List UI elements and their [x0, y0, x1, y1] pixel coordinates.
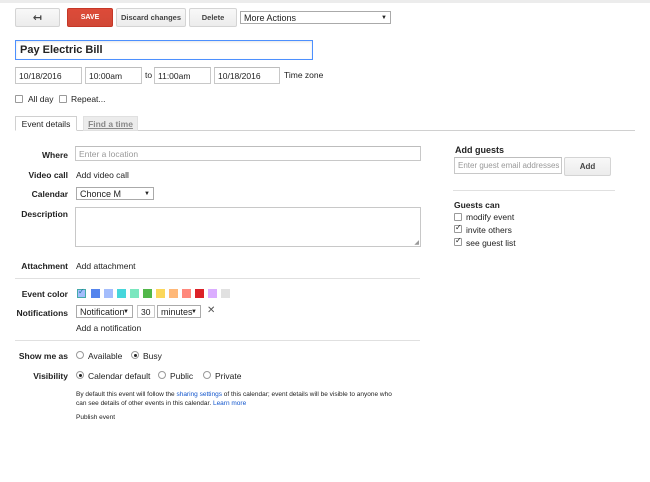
available-radio[interactable] — [76, 351, 84, 359]
color-swatch[interactable] — [117, 289, 126, 298]
notification-type-select[interactable]: Notification ▼ — [76, 305, 133, 318]
chevron-down-icon: ▼ — [123, 308, 129, 315]
add-attachment-link[interactable]: Add attachment — [76, 261, 136, 271]
more-actions-value: More Actions — [244, 12, 297, 23]
color-swatch[interactable] — [169, 289, 178, 298]
see-guest-list-checkbox[interactable] — [454, 236, 462, 246]
description-textarea[interactable]: ◢ — [75, 207, 421, 247]
calendar-value: Chonce M — [80, 188, 122, 199]
notifications-label: Notifications — [16, 308, 68, 318]
publish-event-link[interactable]: Publish event — [76, 414, 115, 421]
back-arrow-icon: ↤ — [32, 11, 43, 24]
chevron-down-icon: ▼ — [381, 14, 387, 21]
end-time-field[interactable]: 11:00am — [154, 67, 211, 84]
notification-unit-value: minutes — [161, 306, 193, 317]
color-swatch[interactable] — [208, 289, 217, 298]
repeat-checkbox[interactable] — [59, 95, 67, 103]
busy-label: Busy — [143, 351, 162, 361]
save-button[interactable]: SAVE — [67, 8, 113, 27]
attachment-label: Attachment — [21, 261, 68, 271]
all-day-label: All day — [28, 94, 54, 104]
color-swatch[interactable] — [156, 289, 165, 298]
invite-others-checkbox[interactable] — [454, 223, 462, 233]
close-icon[interactable]: ✕ — [207, 305, 215, 316]
where-label: Where — [42, 150, 68, 160]
visibility-label: Visibility — [33, 371, 68, 381]
back-button[interactable]: ↤ — [15, 8, 60, 27]
add-guest-button[interactable]: Add — [564, 157, 611, 176]
color-swatch[interactable] — [130, 289, 139, 298]
divider — [15, 340, 420, 341]
modify-event-checkbox[interactable] — [454, 213, 462, 221]
all-day-checkbox[interactable] — [15, 95, 23, 103]
checkmark-icon: ✓ — [78, 287, 85, 296]
color-swatch-selected[interactable]: ✓ — [77, 287, 86, 298]
available-label: Available — [88, 351, 123, 361]
public-label: Public — [170, 371, 194, 381]
color-swatch[interactable] — [195, 289, 204, 298]
visibility-note-text: of this calendar; event details will be … — [223, 391, 392, 398]
video-call-label: Video call — [28, 170, 68, 180]
add-notification-link[interactable]: Add a notification — [76, 323, 141, 333]
top-border — [0, 0, 650, 3]
public-radio[interactable] — [158, 371, 166, 379]
discard-changes-button[interactable]: Discard changes — [116, 8, 186, 27]
resize-handle-icon[interactable]: ◢ — [414, 239, 419, 246]
chevron-down-icon: ▼ — [191, 308, 197, 315]
event-color-label: Event color — [21, 289, 68, 299]
divider — [15, 278, 420, 279]
delete-button[interactable]: Delete — [189, 8, 237, 27]
time-zone-link[interactable]: Time zone — [284, 70, 323, 80]
visibility-note-text: can see details of other events in this … — [76, 399, 212, 407]
description-label: Description — [21, 209, 68, 219]
color-swatch[interactable] — [182, 289, 191, 298]
add-guests-heading: Add guests — [455, 145, 505, 155]
modify-event-label: modify event — [466, 212, 515, 222]
start-time-field[interactable]: 10:00am — [85, 67, 142, 84]
visibility-note-text: By default this event will follow the — [76, 391, 175, 398]
calendar-default-label: Calendar default — [88, 371, 151, 381]
to-label: to — [145, 70, 153, 80]
where-input[interactable]: Enter a location — [75, 146, 421, 161]
divider — [453, 190, 615, 191]
invite-others-label: invite others — [466, 225, 512, 235]
notification-type-value: Notification — [80, 306, 125, 317]
guests-can-heading: Guests can — [454, 200, 500, 210]
notification-unit-select[interactable]: minutes ▼ — [157, 305, 201, 318]
add-video-call-link[interactable]: Add video call — [76, 170, 129, 180]
end-date-field[interactable]: 10/18/2016 — [214, 67, 280, 84]
more-actions-select[interactable]: More Actions ▼ — [240, 11, 391, 24]
notification-amount-field[interactable]: 30 — [137, 305, 155, 318]
event-title-input[interactable]: Pay Electric Bill — [15, 40, 313, 60]
show-me-as-label: Show me as — [18, 351, 68, 361]
repeat-label: Repeat... — [71, 94, 106, 104]
calendar-select[interactable]: Chonce M ▼ — [76, 187, 154, 200]
color-swatch[interactable] — [221, 289, 230, 298]
tab-find-a-time[interactable]: Find a time — [83, 116, 138, 131]
start-date-field[interactable]: 10/18/2016 — [15, 67, 82, 84]
learn-more-link[interactable]: Learn more — [213, 400, 246, 407]
visibility-note: By default this event will follow the sh… — [76, 391, 426, 408]
sharing-settings-link[interactable]: sharing settings — [176, 391, 222, 398]
see-guest-list-label: see guest list — [466, 238, 516, 248]
calendar-label: Calendar — [31, 189, 68, 199]
tab-event-details[interactable]: Event details — [15, 116, 77, 131]
busy-radio[interactable] — [131, 351, 139, 359]
calendar-default-radio[interactable] — [76, 371, 84, 379]
color-swatch[interactable] — [104, 289, 113, 298]
private-label: Private — [215, 371, 242, 381]
color-swatch[interactable] — [91, 289, 100, 298]
guest-email-input[interactable]: Enter guest email addresses — [454, 157, 562, 174]
private-radio[interactable] — [203, 371, 211, 379]
chevron-down-icon: ▼ — [144, 190, 150, 197]
color-swatch[interactable] — [143, 289, 152, 298]
